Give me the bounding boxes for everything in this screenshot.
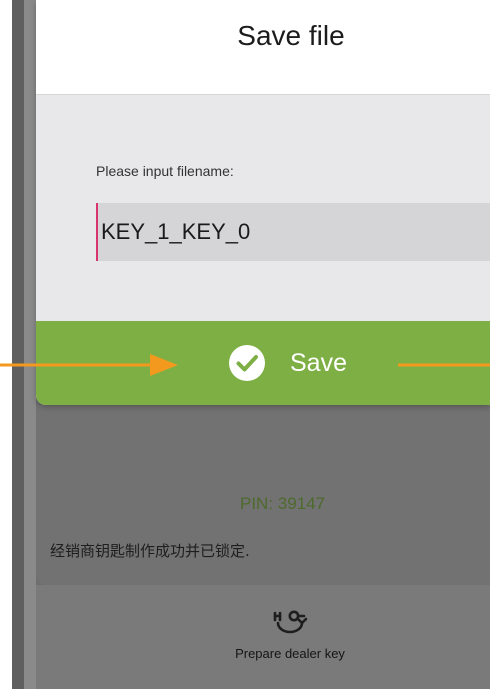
save-button-content: Save — [228, 343, 347, 383]
annotation-line — [398, 363, 490, 367]
key-refresh-icon — [273, 610, 308, 634]
dialog-header: Save file — [36, 0, 490, 95]
prepare-dealer-key-button[interactable]: Prepare dealer key — [210, 608, 370, 661]
arrow-icon — [0, 354, 178, 376]
filename-prompt: Please input filename: — [96, 163, 234, 179]
pin-text: PIN: 39147 — [240, 494, 326, 513]
filename-input[interactable] — [96, 203, 490, 261]
prepare-dealer-key-label: Prepare dealer key — [235, 646, 345, 661]
status-message: 经销商钥匙制作成功并已锁定. — [50, 542, 250, 560]
dialog-body: Please input filename: — [36, 95, 490, 321]
dialog-title: Save file — [237, 20, 345, 51]
device-edge-inner — [24, 0, 36, 689]
save-file-dialog: Save file Please input filename: Save — [36, 0, 490, 405]
check-circle-icon — [229, 345, 265, 381]
save-button-label: Save — [290, 348, 347, 377]
screen: PIN: 39147 经销商钥匙制作成功并已锁定. Prepare dealer… — [0, 0, 490, 689]
